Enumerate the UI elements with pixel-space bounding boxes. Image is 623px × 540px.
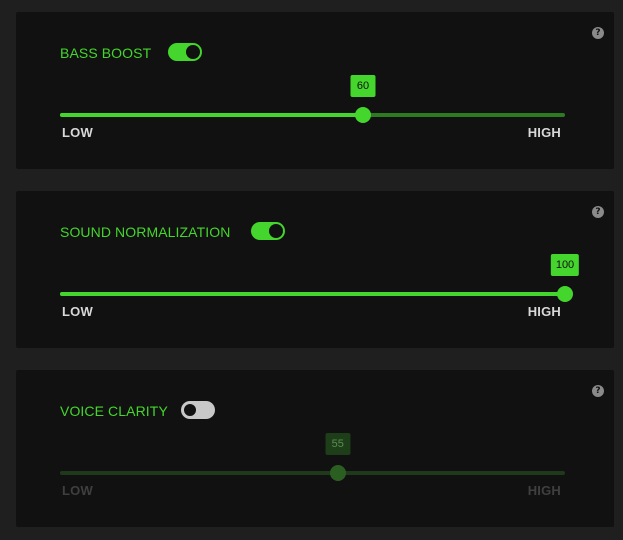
voice-clarity-toggle[interactable] bbox=[181, 401, 215, 419]
slider-max-label: HIGH bbox=[527, 304, 561, 319]
bass-boost-panel: ? BASS BOOST 60 LOW HIGH bbox=[16, 12, 614, 169]
bass-boost-title: BASS BOOST bbox=[60, 45, 152, 61]
toggle-knob bbox=[269, 224, 283, 238]
voice-clarity-panel: ? VOICE CLARITY 55 LOW HIGH bbox=[16, 370, 614, 527]
slider-thumb[interactable] bbox=[557, 286, 573, 302]
slider-value-badge: 55 bbox=[325, 433, 351, 455]
slider-min-label: LOW bbox=[62, 304, 93, 319]
slider-fill bbox=[60, 292, 565, 296]
slider-min-label: LOW bbox=[62, 125, 93, 140]
question-circle-icon[interactable]: ? bbox=[592, 385, 604, 397]
slider-thumb[interactable] bbox=[329, 465, 346, 481]
bass-boost-toggle[interactable] bbox=[168, 43, 202, 61]
slider-thumb[interactable] bbox=[355, 107, 371, 123]
voice-clarity-slider[interactable]: 55 bbox=[60, 433, 565, 481]
toggle-knob bbox=[186, 45, 200, 59]
voice-clarity-title: VOICE CLARITY bbox=[60, 403, 168, 419]
slider-fill bbox=[60, 113, 363, 117]
sound-normalization-slider[interactable]: 100 bbox=[60, 254, 580, 302]
slider-fill bbox=[60, 471, 338, 475]
slider-max-label: HIGH bbox=[527, 483, 561, 498]
sound-normalization-panel: ? SOUND NORMALIZATION 100 LOW HIGH bbox=[16, 191, 614, 348]
slider-value-badge: 100 bbox=[550, 254, 580, 276]
sound-normalization-toggle[interactable] bbox=[251, 222, 285, 240]
toggle-knob bbox=[183, 403, 197, 417]
question-circle-icon[interactable]: ? bbox=[592, 27, 604, 39]
slider-max-label: HIGH bbox=[527, 125, 561, 140]
slider-value-badge: 60 bbox=[350, 75, 376, 97]
slider-min-label: LOW bbox=[62, 483, 93, 498]
bass-boost-slider[interactable]: 60 bbox=[60, 75, 565, 123]
sound-normalization-title: SOUND NORMALIZATION bbox=[60, 224, 231, 240]
question-circle-icon[interactable]: ? bbox=[592, 206, 604, 218]
